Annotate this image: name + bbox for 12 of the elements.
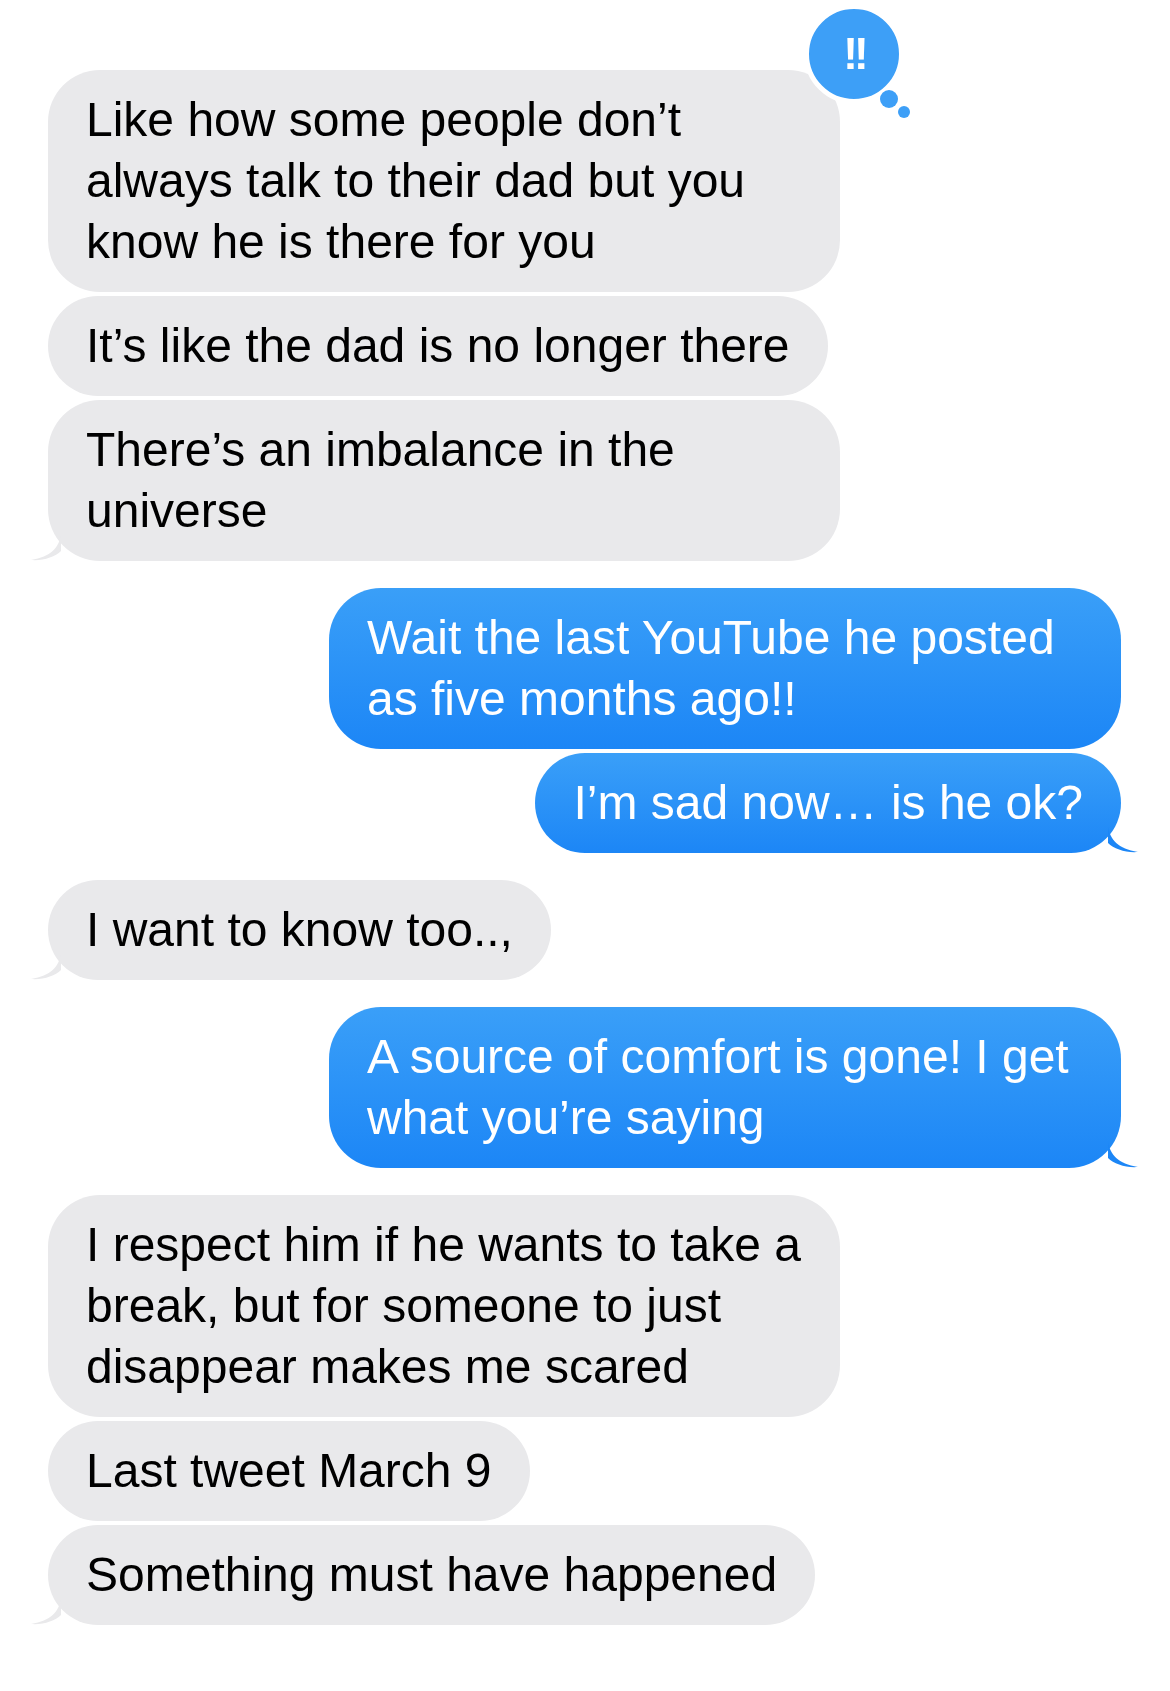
message-bubble: Last tweet March 9 bbox=[48, 1421, 530, 1521]
message-bubble: Like how some people don’t always talk to their dad but you know he is there for you bbox=[48, 70, 840, 292]
message-bubble: It’s like the dad is no longer there bbox=[48, 296, 828, 396]
reaction-text: !! bbox=[843, 29, 865, 79]
message-bubble: I want to know too.., bbox=[48, 880, 551, 980]
message-bubble: There’s an imbalance in the universe bbox=[48, 400, 840, 561]
message-bubble: I respect him if he wants to take a break, but for someone to just disappear makes me scared bbox=[48, 1195, 840, 1417]
bubble-tail bbox=[1108, 827, 1138, 853]
message-bubble: A source of comfort is gone! I get what you’re saying bbox=[329, 1007, 1121, 1168]
message-bubble: Something must have happened bbox=[48, 1525, 816, 1625]
message-bubble: I’m sad now… is he ok? bbox=[535, 753, 1121, 853]
message-bubble: Wait the last YouTube he posted as five months ago!! bbox=[329, 588, 1121, 749]
